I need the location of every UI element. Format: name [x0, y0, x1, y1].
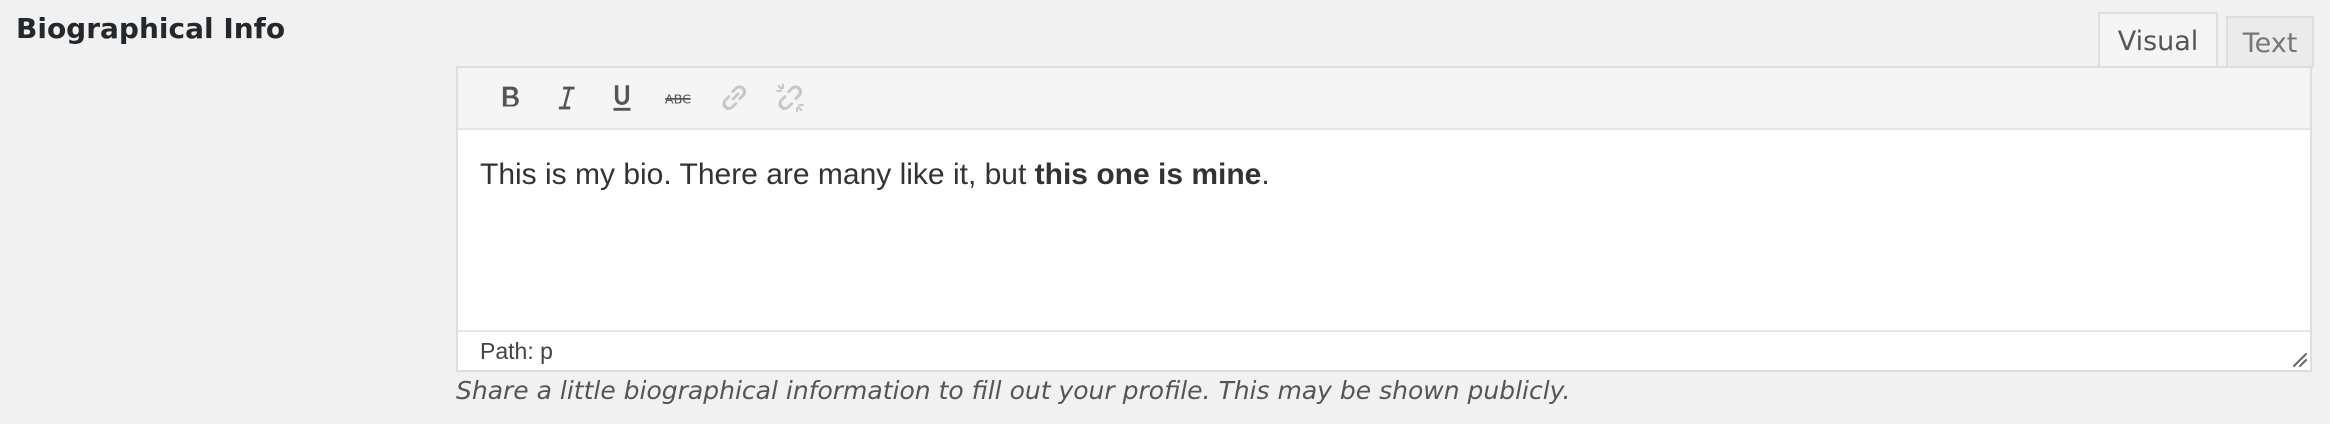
editor-tabs: Visual Text [2098, 12, 2314, 68]
field-label: Biographical Info [16, 12, 286, 45]
italic-button[interactable] [538, 70, 594, 126]
remove-link-button[interactable] [762, 70, 818, 126]
tab-text[interactable]: Text [2226, 16, 2314, 68]
editor-content-area[interactable]: This is my bio. There are many like it, … [458, 130, 2310, 330]
svg-text:ABC: ABC [665, 93, 691, 108]
bio-text-end: . [1261, 158, 1270, 191]
bio-text-bold: this one is mine [1034, 158, 1262, 191]
element-path: Path: p [480, 337, 553, 364]
resize-handle[interactable] [2286, 346, 2308, 368]
strikethrough-button[interactable]: ABC [650, 70, 706, 126]
underline-button[interactable] [594, 70, 650, 126]
link-icon [722, 85, 747, 111]
strikethrough-icon: ABC [665, 93, 691, 108]
field-description: Share a little biographical information … [456, 376, 1571, 405]
bold-icon [502, 86, 519, 107]
bio-text: This is my bio. There are many like it, … [480, 158, 1035, 191]
bold-button[interactable] [482, 70, 538, 126]
tab-visual[interactable]: Visual [2098, 12, 2218, 68]
editor-toolbar: ABC [458, 68, 2310, 130]
italic-icon [558, 86, 575, 110]
insert-link-button[interactable] [706, 70, 762, 126]
editor-statusbar: Path: p [458, 330, 2310, 370]
resize-grip-icon [2293, 353, 2307, 367]
underline-icon [613, 85, 631, 111]
unlink-icon [776, 83, 804, 113]
rich-text-editor: ABC This is my bio. There are many like … [456, 66, 2312, 372]
